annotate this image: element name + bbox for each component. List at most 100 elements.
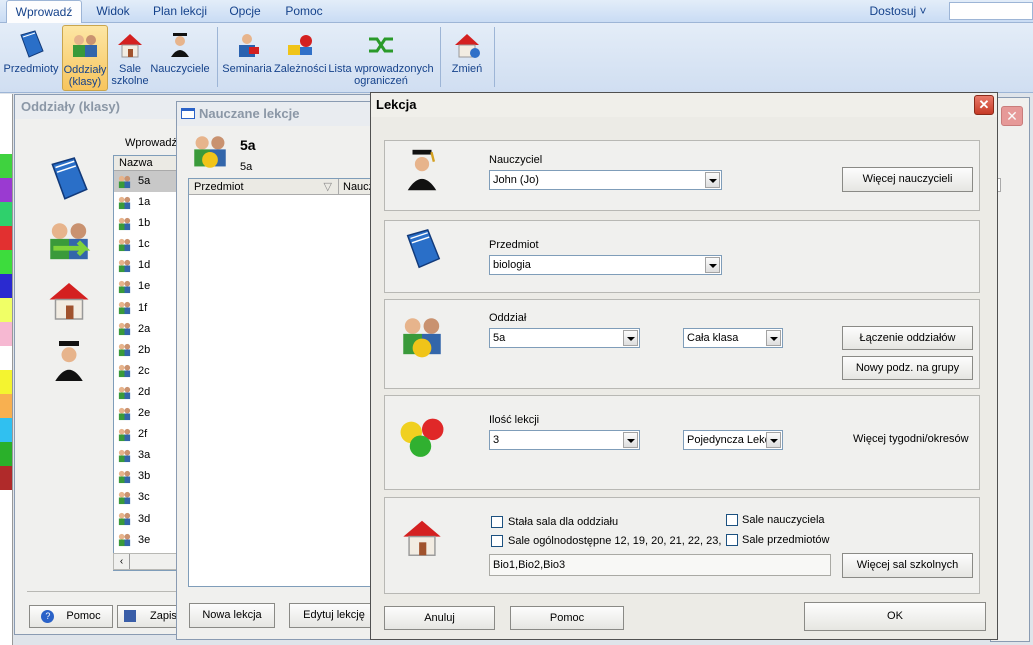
list-item[interactable]: 3c	[114, 487, 178, 508]
house-icon[interactable]	[45, 277, 93, 325]
list-item[interactable]: 2a	[114, 319, 178, 340]
close-icon[interactable]: ✕	[1001, 106, 1023, 126]
teacher-icon[interactable]	[49, 337, 89, 385]
count-label: Ilość lekcji	[489, 414, 540, 426]
class-name: 2a	[138, 322, 151, 335]
shared-rooms-checkbox[interactable]	[491, 535, 503, 547]
lessons-table[interactable]: Przedmiot ▽ Naucz	[188, 178, 388, 587]
classes-list[interactable]: Nazwa 5a 1a 1b 1c 1d 1e 1f 2a 2b 2c 2d 2e 2f 3a 3b 3c 3d…	[113, 155, 179, 571]
list-item[interactable]: 1a	[114, 192, 178, 213]
tab-opcje[interactable]: Opcje	[224, 0, 266, 23]
search-input[interactable]	[949, 2, 1033, 20]
seminar-icon	[239, 34, 259, 57]
list-item[interactable]: 1b	[114, 213, 178, 234]
edit-lesson-button[interactable]: Edytuj lekcję	[289, 603, 379, 628]
group-select[interactable]: Cała klasa	[683, 328, 783, 348]
fixed-room-label: Stała sala dla oddziału	[508, 516, 619, 528]
book-icon[interactable]	[43, 155, 93, 205]
ribbon-subjects-button[interactable]: Przedmioty	[2, 25, 60, 91]
subject-select[interactable]: biologia	[489, 255, 722, 275]
group-icon	[118, 449, 131, 462]
group-icon	[73, 35, 97, 57]
lessons-window: Nauczane lekcje 5a 5a Przedmiot ▽ Naucz N…	[176, 101, 396, 640]
length-select[interactable]: Pojedyncza Lekc	[683, 430, 783, 450]
count-select[interactable]: 3	[489, 430, 640, 450]
ribbon-rooms-button[interactable]: Sale szkolne	[110, 25, 150, 91]
teacher-icon	[407, 149, 437, 191]
list-item[interactable]: 5a	[114, 171, 178, 193]
ribbon-seminars-button[interactable]: Seminaria	[222, 25, 272, 91]
list-item[interactable]: 2f	[114, 424, 178, 445]
chevron-down-icon[interactable]	[623, 432, 638, 448]
teacher-rooms-checkbox[interactable]	[726, 514, 738, 526]
chevron-down-icon[interactable]	[623, 330, 638, 346]
dialog-help-button[interactable]: Pomoc	[510, 606, 624, 630]
join-classes-button[interactable]: Łączenie oddziałów	[842, 326, 973, 350]
more-weeks-link[interactable]: Więcej tygodni/okresów	[853, 433, 969, 445]
class-name: 2c	[138, 364, 150, 377]
ribbon-label: Sale szkolne	[111, 63, 149, 87]
column-header-name[interactable]: Nazwa	[114, 156, 178, 171]
sort-icon: ▽	[323, 181, 332, 193]
class-name: 3b	[138, 470, 151, 483]
help-button[interactable]: ? Pomoc	[29, 605, 113, 628]
tab-wprowadz[interactable]: Wprowadź	[6, 0, 82, 23]
list-item[interactable]: 3a	[114, 445, 178, 466]
list-item[interactable]: 2e	[114, 403, 178, 424]
ok-button[interactable]: OK	[804, 602, 986, 631]
ribbon-change-button[interactable]: Zmień	[446, 25, 488, 91]
ribbon-separator	[217, 27, 218, 87]
list-item[interactable]: 3e	[114, 530, 178, 551]
teacher-select[interactable]: John (Jo)	[489, 170, 722, 190]
shapes-icon	[288, 35, 312, 55]
ribbon-classes-button[interactable]: Oddziały (klasy)	[62, 25, 108, 91]
list-item[interactable]: 1c	[114, 234, 178, 255]
chevron-down-icon[interactable]	[705, 172, 720, 188]
ribbon-constraints-button[interactable]: Lista wprowadzonych ograniczeń	[328, 25, 434, 91]
list-item[interactable]: 1f	[114, 298, 178, 319]
close-icon[interactable]: ✕	[974, 95, 994, 115]
column-header-subject[interactable]: Przedmiot ▽	[189, 179, 339, 195]
group-icon	[118, 534, 131, 547]
group-arrow-icon[interactable]	[43, 217, 95, 267]
list-item[interactable]: 1e	[114, 276, 178, 297]
class-name: 1c	[138, 238, 150, 251]
class-name: 2d	[138, 385, 151, 398]
list-item[interactable]: 2c	[114, 361, 178, 382]
tab-pomoc[interactable]: Pomoc	[282, 0, 326, 23]
customize-find[interactable]: Dostosuj ˅ Znajdź:	[850, 0, 946, 41]
subject-rooms-label: Sale przedmiotów	[742, 534, 830, 546]
list-item[interactable]: 3d	[114, 509, 178, 530]
new-split-button[interactable]: Nowy podz. na grupy	[842, 356, 973, 380]
save-button[interactable]: Zapis	[117, 605, 179, 628]
list-item[interactable]: 1d	[114, 255, 178, 276]
more-rooms-button[interactable]: Więcej sal szkolnych	[842, 553, 973, 578]
ribbon: Przedmioty Oddziały (klasy) Sale szkolne…	[0, 23, 1033, 93]
cancel-button[interactable]: Anuluj	[384, 606, 495, 630]
group-icon	[118, 407, 131, 420]
more-teachers-button[interactable]: Więcej nauczycieli	[842, 167, 973, 192]
class-select[interactable]: 5a	[489, 328, 640, 348]
list-item[interactable]: 2b	[114, 340, 178, 361]
group-icon	[118, 175, 131, 188]
fixed-room-checkbox[interactable]	[491, 516, 503, 528]
rooms-field[interactable]: Bio1,Bio2,Bio3	[489, 554, 831, 576]
tab-plan-lekcji[interactable]: Plan lekcji	[148, 0, 212, 23]
chevron-down-icon[interactable]	[705, 257, 720, 273]
subject-select-value: biologia	[493, 259, 531, 271]
list-item[interactable]: 3b	[114, 466, 178, 487]
ribbon-dependencies-button[interactable]: Zależności	[274, 25, 327, 91]
tab-widok[interactable]: Widok	[90, 0, 136, 23]
subject-rooms-checkbox[interactable]	[726, 534, 738, 546]
new-lesson-button[interactable]: Nowa lekcja	[189, 603, 275, 628]
count-group: Ilość lekcji 3 Pojedyncza Lekc Więcej ty…	[384, 395, 980, 490]
scroll-left-icon[interactable]: ‹	[114, 554, 130, 569]
help-icon: ?	[41, 609, 55, 623]
list-item[interactable]: 2d	[114, 382, 178, 403]
ribbon-teachers-button[interactable]: Nauczyciele	[150, 25, 210, 91]
chevron-down-icon[interactable]	[766, 330, 781, 346]
chevron-down-icon[interactable]	[766, 432, 781, 448]
subject-label: Przedmiot	[489, 239, 539, 251]
subject-group: Przedmiot biologia	[384, 220, 980, 293]
horizontal-scrollbar[interactable]: ‹	[113, 553, 179, 570]
